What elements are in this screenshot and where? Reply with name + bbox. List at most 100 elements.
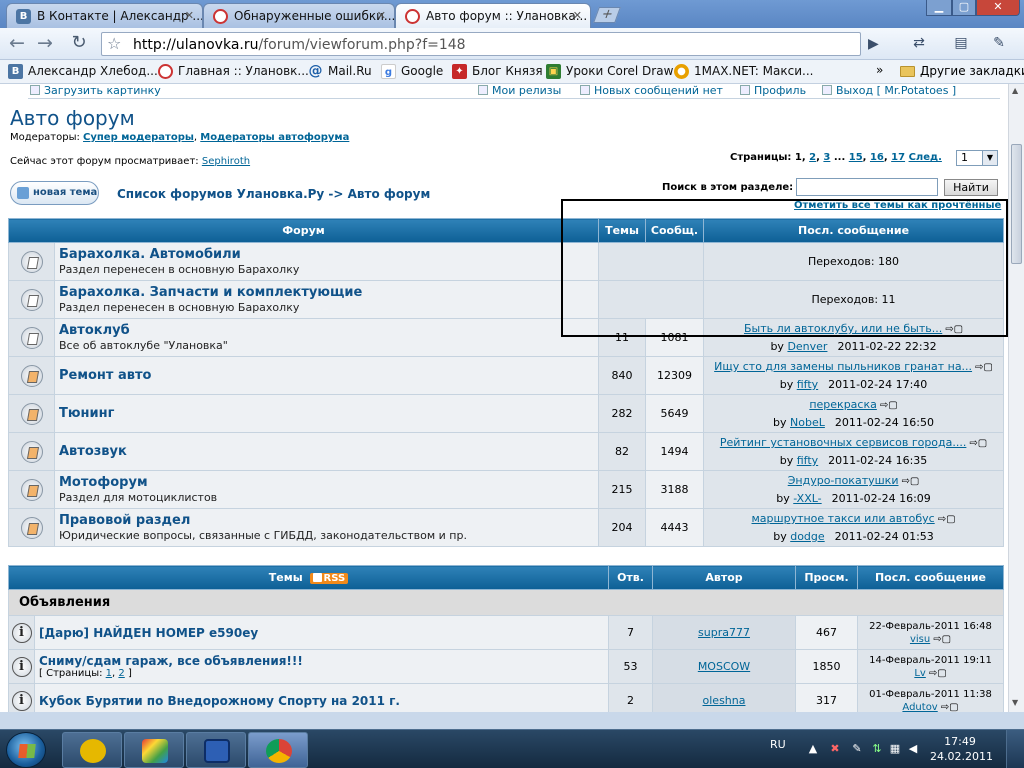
logout-link[interactable]: Выход [ Mr.Potatoes ] [822, 84, 956, 97]
tab-auto-forum[interactable]: Авто форум :: Улановка... ✕ [395, 3, 591, 29]
my-releases-link[interactable]: Мои релизы [478, 84, 561, 97]
volume-icon[interactable]: ◀ [906, 742, 920, 756]
wrench-icon[interactable]: ✎ [990, 35, 1008, 53]
close-icon[interactable]: ✕ [573, 9, 582, 22]
goto-post-icon[interactable]: ⇨▢ [941, 701, 959, 713]
forum-link[interactable]: Автоклуб [59, 323, 598, 338]
forum-link[interactable]: Ремонт авто [59, 368, 598, 383]
forward-icon[interactable]: → [34, 33, 56, 55]
back-icon[interactable]: ← [6, 33, 28, 55]
taskbar-app-floppy[interactable] [186, 732, 246, 768]
page-link[interactable]: 16 [870, 152, 884, 163]
last-post-user-link[interactable]: visu [910, 634, 930, 645]
search-button[interactable]: Найти [944, 179, 998, 196]
goto-post-icon[interactable]: ⇨▢ [975, 359, 993, 376]
last-post-title-link[interactable]: перекраска [809, 398, 877, 411]
last-post-user-link[interactable]: Denver [787, 340, 827, 353]
network-icon[interactable]: ▦ [888, 742, 902, 756]
bookmark-item[interactable]: Главная :: Улановк... [158, 64, 309, 79]
search-input[interactable] [796, 178, 938, 196]
last-post-user-link[interactable]: Adutov [902, 702, 937, 713]
last-post-user-link[interactable]: fifty [797, 454, 818, 467]
page-link[interactable]: 15 [849, 152, 863, 163]
aimp-tray-icon[interactable]: ▲ [806, 742, 820, 756]
page-menu-icon[interactable]: ▤ [952, 35, 970, 53]
topic-link[interactable]: Кубок Бурятии по Внедорожному Спорту на … [39, 694, 400, 708]
bookmark-item[interactable]: @ Mail.Ru [308, 64, 372, 79]
last-post-title-link[interactable]: Быть ли автоклубу, или не быть... [744, 322, 942, 335]
last-post-user-link[interactable]: dodge [790, 530, 824, 543]
reload-icon[interactable]: ↻ [68, 33, 90, 55]
taskbar-app-aimp[interactable] [62, 732, 122, 768]
moderator-link-auto[interactable]: Модераторы автофорума [200, 132, 349, 143]
goto-post-icon[interactable]: ⇨▢ [880, 397, 898, 414]
last-post-title-link[interactable]: Рейтинг установочных сервисов города.... [720, 436, 967, 449]
rss-link[interactable]: RSS [309, 573, 349, 584]
tab-vkontakte[interactable]: В В Контакте | Александр ... ✕ [6, 3, 203, 28]
goto-post-icon[interactable]: ⇨▢ [945, 321, 963, 338]
last-post-user-link[interactable]: Lv [914, 668, 926, 679]
goto-post-icon[interactable]: ⇨▢ [938, 511, 956, 528]
last-post-user-link[interactable]: NobeL [790, 416, 825, 429]
antivirus-icon[interactable]: ✖ [828, 742, 842, 756]
scroll-up-icon[interactable]: ▲ [1012, 86, 1018, 95]
start-button[interactable] [6, 732, 46, 768]
new-tab-button[interactable]: + [593, 7, 621, 23]
bookmark-item[interactable]: ▣ Уроки Corel Draw [546, 64, 673, 79]
usb-icon[interactable]: ⇅ [870, 742, 884, 756]
show-desktop-button[interactable] [1006, 730, 1024, 768]
taskbar-app-studio[interactable] [124, 732, 184, 768]
maximize-button[interactable]: ▢ [952, 0, 976, 16]
forum-link[interactable]: Тюнинг [59, 406, 598, 421]
clock[interactable]: 17:49 24.02.2011 [930, 734, 993, 764]
vertical-scrollbar[interactable]: ▲ ▼ [1008, 84, 1024, 712]
address-bar[interactable]: ☆ http://ulanovka.ru/forum/viewforum.php… [101, 32, 861, 56]
new-posts-link[interactable]: Новых сообщений нет [580, 84, 723, 97]
topic-link[interactable]: [Дарю] НАЙДЕН НОМЕР е590еу [39, 626, 258, 640]
new-topic-button[interactable]: новая тема [10, 181, 99, 205]
goto-post-icon[interactable]: ⇨▢ [929, 667, 947, 680]
forum-link[interactable]: Барахолка. Автомобили [59, 247, 598, 262]
topic-page-link[interactable]: 1 [106, 668, 112, 679]
tool-icon[interactable]: ✎ [850, 742, 864, 756]
author-link[interactable]: MOSCOW [698, 660, 750, 673]
star-icon[interactable]: ☆ [107, 34, 121, 53]
last-post-user-link[interactable]: -XXL- [793, 492, 821, 505]
go-icon[interactable]: ▶ [868, 36, 879, 52]
last-post-title-link[interactable]: Ищу сто для замены пыльников гранат на..… [714, 360, 972, 373]
upload-image-link[interactable]: Загрузить картинку [30, 84, 161, 97]
last-post-user-link[interactable]: fifty [797, 378, 818, 391]
bookmark-item[interactable]: В Александр Хлебод... [8, 64, 158, 79]
close-window-button[interactable]: ✕ [976, 0, 1020, 16]
author-link[interactable]: supra777 [698, 626, 750, 639]
topic-page-link[interactable]: 2 [118, 668, 124, 679]
mark-all-read-link[interactable]: Отметить все темы как прочтённые [794, 200, 1001, 211]
bookmark-item[interactable]: ● 1MAX.NET: Макси... [674, 64, 813, 79]
page-link[interactable]: 17 [891, 152, 905, 163]
forum-link[interactable]: Автозвук [59, 444, 598, 459]
next-page-link[interactable]: След. [909, 152, 942, 163]
forum-link[interactable]: Правовой раздел [59, 513, 598, 528]
last-post-title-link[interactable]: Эндуро-покатушки [788, 474, 899, 487]
language-indicator[interactable]: RU [770, 738, 786, 751]
minimize-button[interactable]: ▁ [926, 0, 952, 16]
moderator-link-super[interactable]: Супер модераторы [83, 132, 194, 143]
close-icon[interactable]: ✕ [377, 9, 386, 22]
profile-link[interactable]: Профиль [740, 84, 806, 97]
breadcrumb[interactable]: Список форумов Улановка.Ру -> Авто форум [117, 187, 430, 201]
page-select[interactable]: 1 ▼ [956, 150, 998, 166]
bookmarks-overflow-icon[interactable]: » [876, 63, 883, 77]
last-post-title-link[interactable]: маршрутное такси или автобус [752, 512, 935, 525]
goto-post-icon[interactable]: ⇨▢ [901, 473, 919, 490]
forum-link[interactable]: Мотофорум [59, 475, 598, 490]
translate-icon[interactable]: ⇄ [910, 35, 928, 53]
page-link[interactable]: 2 [809, 152, 816, 163]
taskbar-app-chrome[interactable] [248, 732, 308, 768]
scrollbar-thumb[interactable] [1011, 144, 1022, 264]
author-link[interactable]: oleshna [703, 694, 746, 707]
goto-post-icon[interactable]: ⇨▢ [969, 435, 987, 452]
goto-post-icon[interactable]: ⇨▢ [933, 633, 951, 646]
scroll-down-icon[interactable]: ▼ [1012, 698, 1018, 707]
topic-link[interactable]: Сниму/сдам гараж, все объявления!!! [39, 654, 303, 668]
page-link[interactable]: 3 [823, 152, 830, 163]
